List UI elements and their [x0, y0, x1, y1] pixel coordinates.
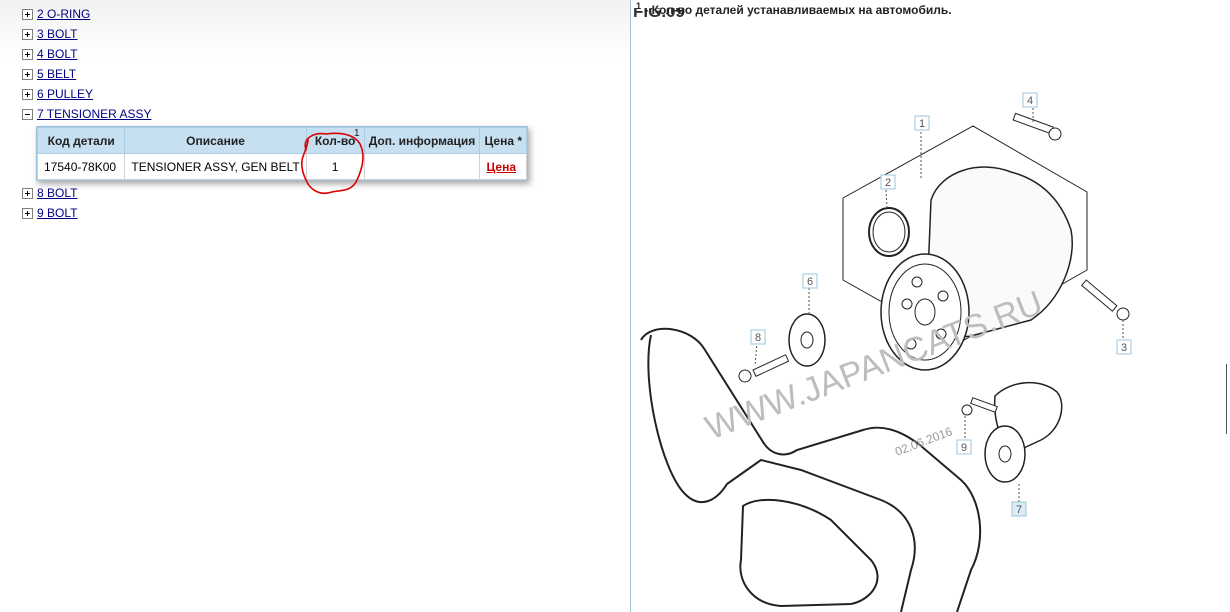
callout-label: 2 [885, 177, 891, 189]
part-code-cell: 17540-78K00 [36, 153, 126, 180]
expand-icon[interactable] [22, 88, 33, 100]
part-info-cell [363, 153, 481, 180]
header-qty-footnote-mark: 1 [354, 128, 360, 139]
header-description: Описание [124, 127, 307, 154]
tree-item-link[interactable]: 2 O-RING [37, 7, 90, 21]
tree-item-link[interactable]: 3 BOLT [37, 27, 77, 41]
header-qty-label: Кол-во [314, 133, 356, 148]
tree-item[interactable]: 5 BELT [22, 64, 528, 84]
expand-icon[interactable] [22, 207, 33, 219]
table-header-row: Код детали Описание Кол-во 1 Доп. информа… [36, 127, 527, 154]
tensioner-pulley-drawing [984, 425, 1026, 483]
part-price-cell: Цена [479, 153, 527, 180]
header-qty: Кол-во 1 [305, 127, 365, 154]
expand-icon[interactable] [22, 8, 33, 20]
callout-label: 6 [807, 276, 813, 288]
expand-icon[interactable] [22, 48, 33, 60]
bolt-8-drawing [738, 354, 790, 383]
table-row: 17540-78K00 TENSIONER ASSY, GEN BELT 1 Ц… [36, 153, 527, 180]
parts-table-popup: Код детали Описание Кол-во 1 Доп. информа… [36, 126, 528, 181]
watermark-text: WWW.JAPANCATS.RU [700, 284, 1047, 448]
panel-edge-handle[interactable] [1226, 364, 1230, 434]
diagram-date: 02.06.2016 [893, 424, 954, 459]
callout-label: 3 [1121, 342, 1127, 354]
price-link[interactable]: Цена [486, 160, 516, 174]
tree-item[interactable]: 8 BOLT [22, 183, 528, 203]
bolt-4-drawing [1012, 112, 1062, 141]
tree-item[interactable]: 3 BOLT [22, 24, 528, 44]
tree-item-link[interactable]: 4 BOLT [37, 47, 77, 61]
tree-item-link[interactable]: 7 TENSIONER ASSY [37, 107, 152, 121]
parts-tree-panel: 2 O-RING 3 BOLT 4 BOLT 5 BELT 6 PULLEY 7… [0, 0, 630, 612]
parts-tree: 2 O-RING 3 BOLT 4 BOLT 5 BELT 6 PULLEY 7… [22, 4, 528, 223]
tree-item[interactable]: 6 PULLEY [22, 84, 528, 104]
tree-item[interactable]: 9 BOLT [22, 203, 528, 223]
callout-label: 1 [919, 118, 925, 130]
header-code: Код детали [36, 127, 126, 154]
o-ring-inner-drawing [872, 211, 906, 253]
callout-label: 7 [1016, 504, 1022, 516]
callout-label: 8 [755, 332, 761, 344]
tree-item-link[interactable]: 6 PULLEY [37, 87, 93, 101]
parts-diagram: 1 2 3 4 6 7 8 9 WWW.JAPANCATS.RU 02.06.2… [640, 92, 1132, 612]
tree-item-link[interactable]: 9 BOLT [37, 206, 77, 220]
expand-icon[interactable] [22, 68, 33, 80]
diagram-panel: FIG.09 1 - Кол-во деталей устанавливаемы… [630, 0, 1230, 612]
tree-item[interactable]: 2 O-RING [22, 4, 528, 24]
part-description-cell: TENSIONER ASSY, GEN BELT [124, 153, 307, 180]
header-info: Доп. информация [363, 127, 481, 154]
bolt-3-drawing [1081, 279, 1130, 321]
collapse-icon[interactable] [22, 108, 33, 120]
header-price: Цена * [479, 127, 527, 154]
bolt-9-drawing [961, 397, 998, 416]
tree-item-link[interactable]: 5 BELT [37, 67, 76, 81]
callout-label: 9 [961, 442, 967, 454]
idler-pulley-drawing [788, 313, 826, 367]
expand-icon[interactable] [22, 187, 33, 199]
callout-label: 4 [1027, 95, 1033, 107]
tree-item[interactable]: 4 BOLT [22, 44, 528, 64]
o-ring-drawing [868, 207, 910, 257]
tree-item-expanded[interactable]: 7 TENSIONER ASSY [22, 104, 528, 124]
part-qty-cell: 1 [305, 153, 365, 180]
parts-table: Код детали Описание Кол-во 1 Доп. информа… [36, 127, 527, 180]
expand-icon[interactable] [22, 28, 33, 40]
tree-item-link[interactable]: 8 BOLT [37, 186, 77, 200]
